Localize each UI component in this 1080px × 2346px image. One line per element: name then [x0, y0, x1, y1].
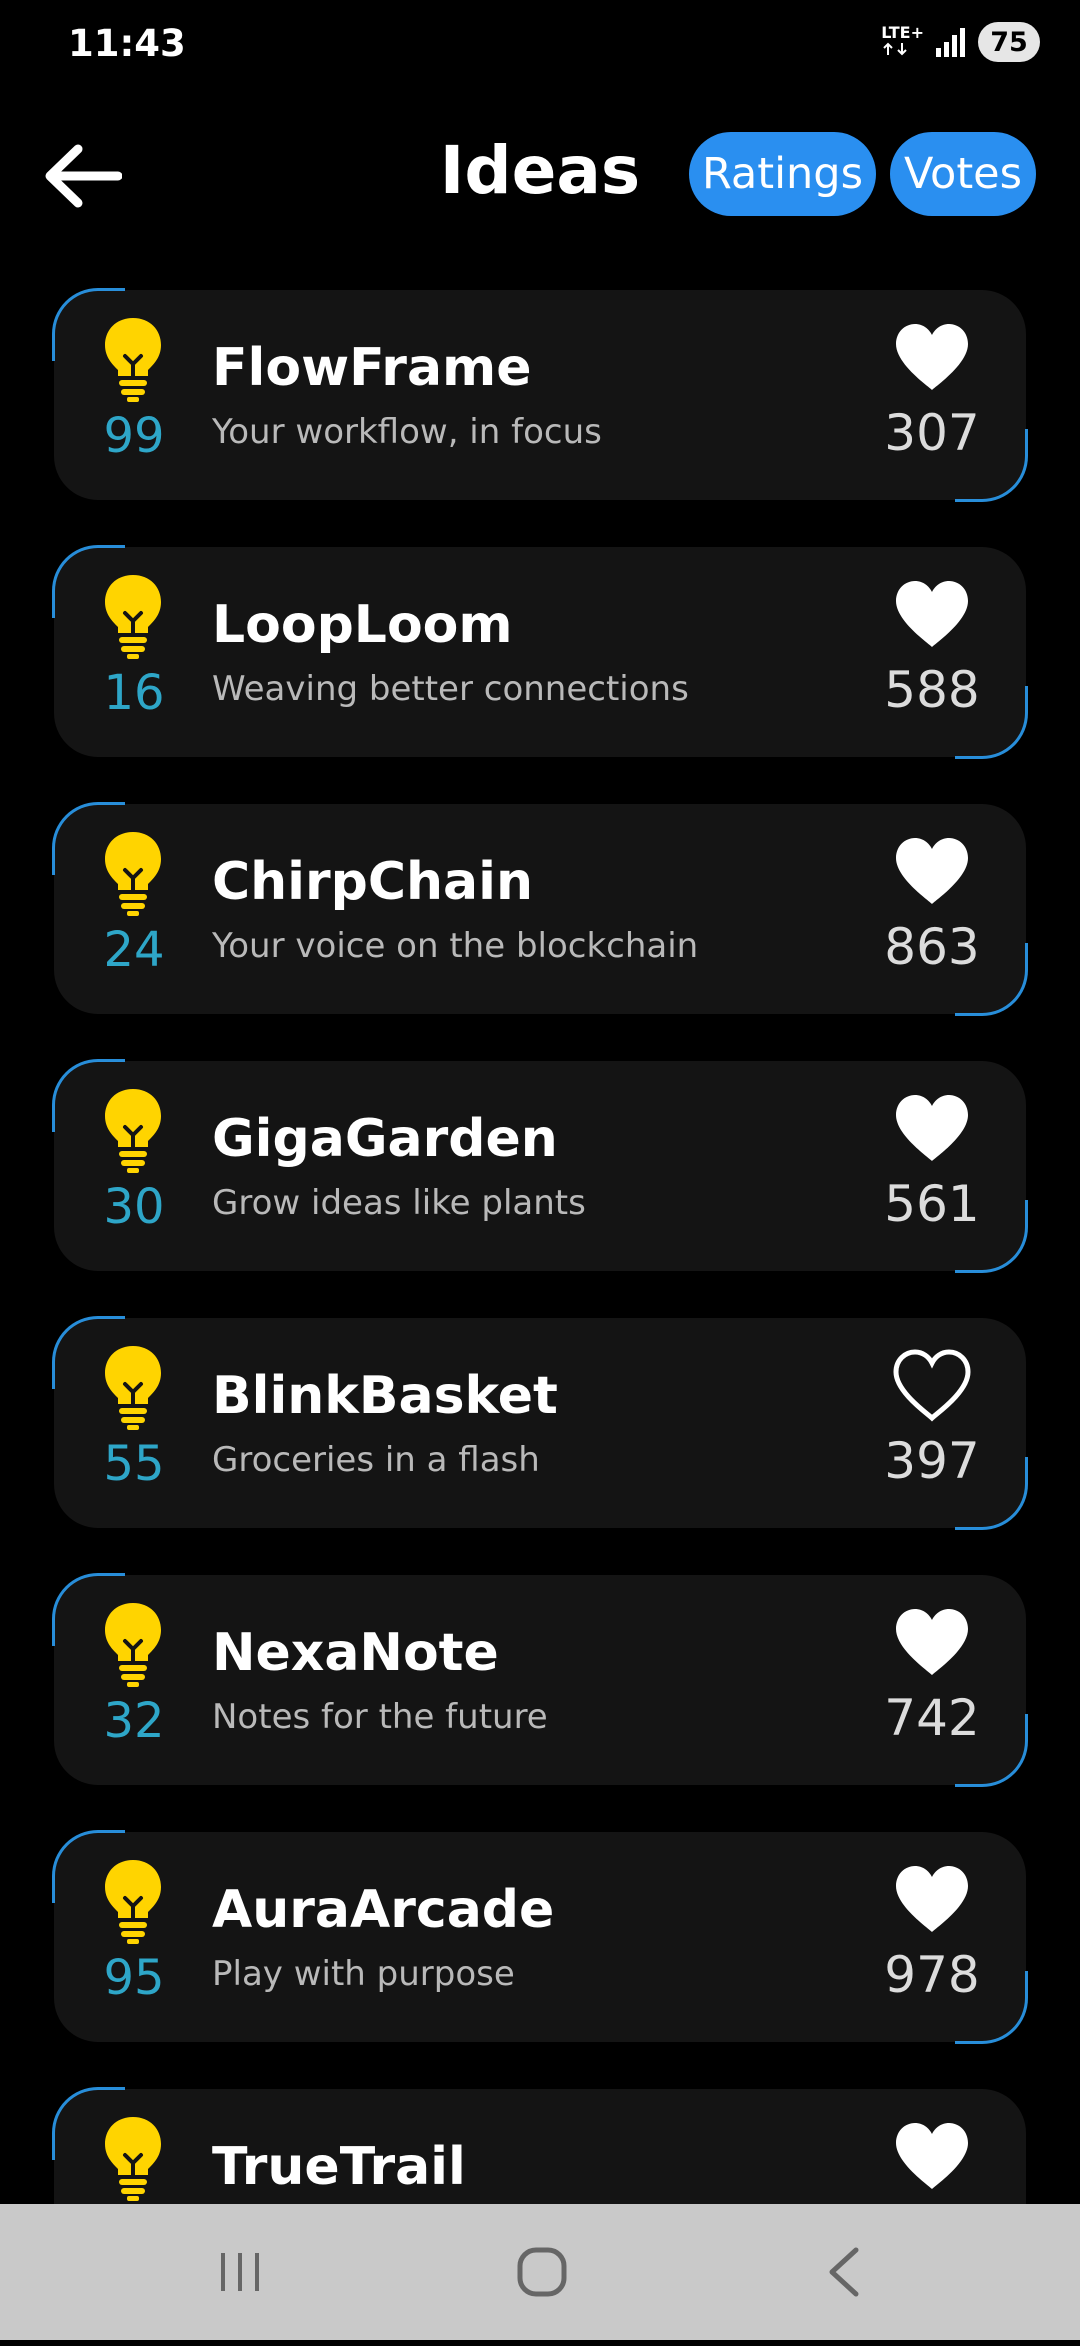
lightbulb-icon — [102, 573, 164, 659]
status-time: 11:43 — [68, 22, 186, 65]
idea-rating: 95 — [103, 1950, 165, 2006]
idea-rating: 55 — [103, 1436, 165, 1492]
recents-icon — [221, 2253, 259, 2291]
idea-tagline: Play with purpose — [212, 1954, 515, 1994]
idea-list: 99 FlowFrame Your workflow, in focus 307 16 L… — [52, 288, 1028, 2346]
idea-rating: 24 — [103, 922, 165, 978]
idea-tagline: Grow ideas like plants — [212, 1183, 586, 1223]
idea-rating: 16 — [103, 665, 165, 721]
idea-rating: 32 — [103, 1693, 165, 1749]
heart-icon[interactable] — [890, 2119, 974, 2195]
idea-card[interactable]: 32 NexaNote Notes for the future 742 — [52, 1573, 1028, 1787]
idea-name: GigaGarden — [212, 1109, 558, 1169]
idea-votes: 307 — [884, 404, 980, 462]
page-title: Ideas — [439, 132, 641, 209]
data-arrows-icon — [883, 42, 907, 55]
lightbulb-icon — [102, 316, 164, 402]
lightbulb-icon — [102, 1858, 164, 1944]
idea-tagline: Your voice on the blockchain — [212, 926, 699, 966]
idea-votes: 863 — [884, 918, 980, 976]
network-indicator: LTE+ — [881, 22, 924, 60]
sort-votes-button[interactable]: Votes — [890, 132, 1036, 216]
idea-tagline: Notes for the future — [212, 1697, 548, 1737]
arrow-left-icon — [45, 144, 122, 208]
back-button[interactable] — [40, 136, 126, 216]
header: Ideas Ratings Votes — [0, 120, 1080, 230]
nav-back-button[interactable] — [804, 2240, 884, 2304]
idea-name: NexaNote — [212, 1623, 499, 1683]
lightbulb-icon — [102, 2115, 164, 2201]
idea-rating: 99 — [103, 408, 165, 464]
lightbulb-icon — [102, 830, 164, 916]
network-label: LTE+ — [881, 22, 924, 42]
heart-icon[interactable] — [890, 320, 974, 396]
home-icon — [517, 2247, 567, 2297]
heart-icon[interactable] — [890, 1348, 974, 1424]
status-bar: 11:43 LTE+ 75 — [0, 0, 1080, 90]
heart-icon[interactable] — [890, 1605, 974, 1681]
lightbulb-icon — [102, 1344, 164, 1430]
system-nav-bar — [0, 2204, 1080, 2340]
idea-card[interactable]: 99 FlowFrame Your workflow, in focus 307 — [52, 288, 1028, 502]
idea-tagline: Groceries in a flash — [212, 1440, 540, 1480]
battery-indicator: 75 — [978, 22, 1040, 62]
idea-name: AuraArcade — [212, 1880, 555, 1940]
idea-card[interactable]: 24 ChirpChain Your voice on the blockchain… — [52, 802, 1028, 1016]
idea-votes: 742 — [884, 1689, 980, 1747]
back-chevron-icon — [829, 2247, 859, 2297]
heart-icon[interactable] — [890, 834, 974, 910]
signal-icon — [936, 28, 965, 57]
recents-button[interactable] — [200, 2240, 280, 2304]
idea-name: LoopLoom — [212, 595, 513, 655]
idea-card[interactable]: 95 AuraArcade Play with purpose 978 — [52, 1830, 1028, 2044]
heart-icon[interactable] — [890, 577, 974, 653]
status-indicators: LTE+ 75 — [881, 22, 1040, 62]
idea-tagline: Weaving better connections — [212, 669, 689, 709]
idea-card[interactable]: 55 BlinkBasket Groceries in a flash 397 — [52, 1316, 1028, 1530]
lightbulb-icon — [102, 1601, 164, 1687]
idea-votes: 397 — [884, 1432, 980, 1490]
idea-card[interactable]: 30 GigaGarden Grow ideas like plants 561 — [52, 1059, 1028, 1273]
idea-tagline: Your workflow, in focus — [212, 412, 602, 452]
idea-card[interactable]: 16 LoopLoom Weaving better connections 588 — [52, 545, 1028, 759]
heart-icon[interactable] — [890, 1091, 974, 1167]
idea-rating: 30 — [103, 1179, 165, 1235]
idea-name: TrueTrail — [212, 2137, 466, 2197]
idea-votes: 588 — [884, 661, 980, 719]
idea-name: FlowFrame — [212, 338, 532, 398]
idea-votes: 978 — [884, 1946, 980, 2004]
idea-name: BlinkBasket — [212, 1366, 558, 1426]
idea-name: ChirpChain — [212, 852, 533, 912]
home-button[interactable] — [502, 2240, 582, 2304]
lightbulb-icon — [102, 1087, 164, 1173]
heart-icon[interactable] — [890, 1862, 974, 1938]
idea-votes: 561 — [884, 1175, 980, 1233]
sort-ratings-button[interactable]: Ratings — [689, 132, 876, 216]
